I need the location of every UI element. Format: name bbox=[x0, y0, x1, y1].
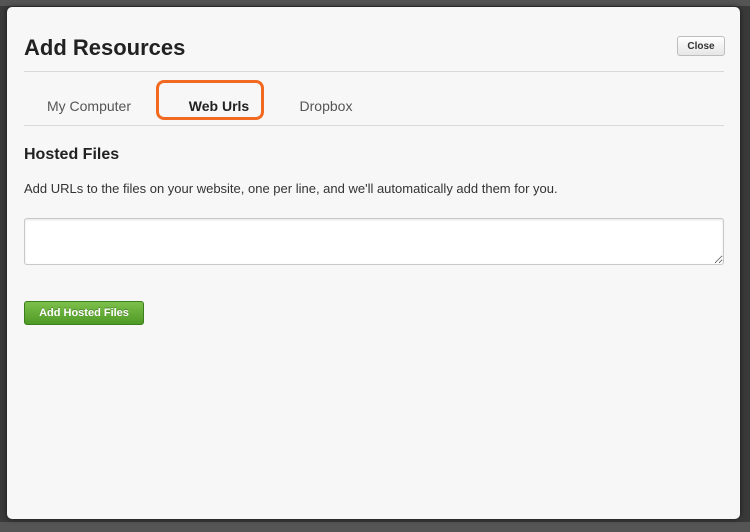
close-button[interactable]: Close bbox=[677, 36, 725, 56]
add-hosted-files-button[interactable]: Add Hosted Files bbox=[24, 301, 144, 325]
add-resources-modal: Add Resources Close My Computer Web Urls… bbox=[7, 7, 740, 519]
active-tab-highlight bbox=[156, 80, 264, 120]
tab-my-computer[interactable]: My Computer bbox=[34, 89, 144, 123]
background-strip bbox=[0, 0, 750, 6]
modal-title: Add Resources bbox=[24, 35, 186, 60]
url-textarea[interactable] bbox=[24, 218, 724, 265]
source-tabs: My Computer Web Urls Dropbox bbox=[24, 89, 724, 125]
tab-dropbox[interactable]: Dropbox bbox=[281, 89, 371, 123]
hosted-files-title: Hosted Files bbox=[24, 146, 120, 163]
header-divider bbox=[24, 71, 724, 72]
hosted-files-description: Add URLs to the files on your website, o… bbox=[24, 181, 558, 196]
background-strip bbox=[0, 522, 750, 532]
tabs-divider bbox=[24, 125, 724, 126]
